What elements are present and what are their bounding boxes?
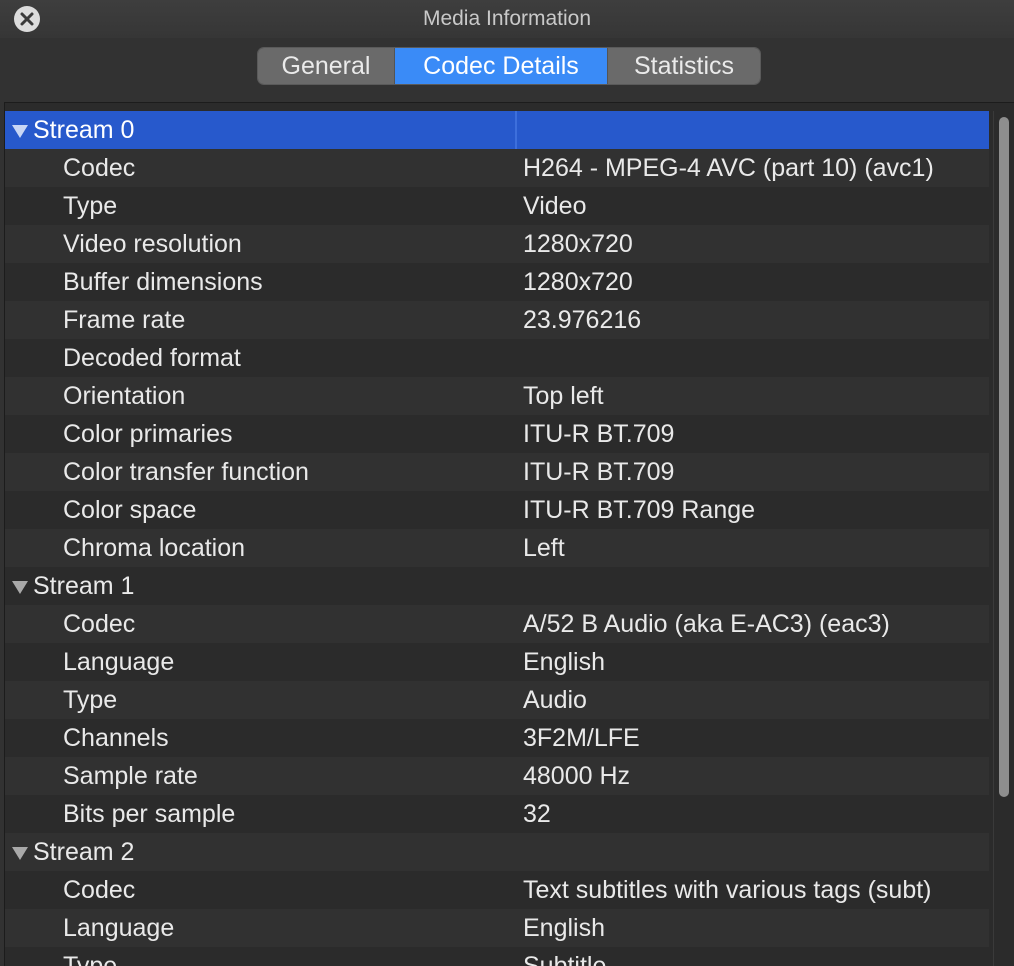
detail-label: Video resolution [63, 230, 242, 258]
stream-label: Stream 0 [33, 116, 135, 144]
detail-label: Type [63, 686, 118, 714]
detail-row[interactable]: Sample rate 48000 Hz [5, 757, 989, 795]
stream-label-cell: Stream 0 [5, 111, 515, 149]
detail-label: Bits per sample [63, 800, 236, 828]
detail-label: Frame rate [63, 306, 186, 334]
detail-value: 1280x720 [523, 268, 633, 296]
detail-label: Decoded format [63, 344, 241, 372]
stream-row[interactable]: Stream 1 [5, 567, 989, 605]
detail-value: ITU-R BT.709 [523, 458, 675, 486]
vertical-scrollbar[interactable] [993, 111, 1012, 966]
tab-general[interactable]: General [258, 48, 395, 84]
window-title: Media Information [422, 7, 592, 30]
close-icon[interactable] [14, 6, 40, 32]
title-bar[interactable]: Media Information [0, 0, 1014, 38]
detail-value: Subtitle [523, 952, 607, 966]
detail-label: Color transfer function [63, 458, 309, 486]
detail-value: H264 - MPEG-4 AVC (part 10) (avc1) [523, 154, 934, 182]
scrollbar-thumb[interactable] [999, 117, 1009, 797]
detail-row[interactable]: Channels 3F2M/LFE [5, 719, 989, 757]
stream-row[interactable]: Stream 2 [5, 833, 989, 871]
detail-value: Top left [523, 382, 604, 410]
detail-value [515, 339, 989, 377]
detail-row[interactable]: Codec Text subtitles with various tags (s… [5, 871, 989, 909]
detail-label: Buffer dimensions [63, 268, 263, 296]
stream-label: Stream 1 [33, 572, 135, 600]
detail-value: Text subtitles with various tags (subt) [523, 876, 932, 904]
detail-row[interactable]: Orientation Top left [5, 377, 989, 415]
detail-value: 48000 Hz [523, 762, 631, 790]
detail-value: Left [523, 534, 565, 562]
detail-row[interactable]: Type Subtitle [5, 947, 989, 966]
detail-label: Codec [63, 876, 136, 904]
disclosure-triangle-icon[interactable] [11, 123, 29, 139]
detail-label: Chroma location [63, 534, 246, 562]
detail-value: English [523, 648, 605, 676]
detail-row[interactable]: Bits per sample 32 [5, 795, 989, 833]
stream-label: Stream 2 [33, 838, 135, 866]
detail-value: Video [523, 192, 587, 220]
disclosure-triangle-icon[interactable] [11, 845, 29, 861]
detail-row[interactable]: Codec A/52 B Audio (aka E-AC3) (eac3) [5, 605, 989, 643]
detail-value: ITU-R BT.709 Range [523, 496, 756, 524]
detail-value: ITU-R BT.709 [523, 420, 675, 448]
detail-row[interactable]: Chroma location Left [5, 529, 989, 567]
tab-codec-details[interactable]: Codec Details [395, 48, 608, 84]
detail-value: 32 [523, 800, 551, 828]
detail-row[interactable]: Color primaries ITU-R BT.709 [5, 415, 989, 453]
detail-label: Language [63, 914, 175, 942]
detail-label: Language [63, 648, 175, 676]
detail-row[interactable]: Video resolution 1280x720 [5, 225, 989, 263]
stream-value-cell [515, 111, 989, 149]
stream-value-cell [515, 567, 989, 605]
detail-label: Channels [63, 724, 169, 752]
stream-row[interactable]: Stream 0 [5, 111, 989, 149]
detail-row[interactable]: Decoded format [5, 339, 989, 377]
detail-label: Codec [63, 610, 136, 638]
detail-label: Color primaries [63, 420, 233, 448]
stream-label-cell: Stream 1 [5, 567, 515, 605]
detail-label: Type [63, 192, 118, 220]
detail-row[interactable]: Color transfer function ITU-R BT.709 [5, 453, 989, 491]
detail-label: Codec [63, 154, 136, 182]
detail-value: 1280x720 [523, 230, 633, 258]
stream-label-cell: Stream 2 [5, 833, 515, 871]
disclosure-triangle-icon[interactable] [11, 579, 29, 595]
codec-details-list[interactable]: Stream 0 Codec H264 - MPEG-4 AVC (part 10)… [5, 111, 989, 966]
tab-statistics[interactable]: Statistics [608, 48, 760, 84]
detail-row[interactable]: Type Video [5, 187, 989, 225]
stream-value-cell [515, 833, 989, 871]
detail-row[interactable]: Buffer dimensions 1280x720 [5, 263, 989, 301]
detail-label: Sample rate [63, 762, 198, 790]
detail-label: Type [63, 952, 118, 966]
detail-value: English [523, 914, 605, 942]
detail-row[interactable]: Type Audio [5, 681, 989, 719]
media-information-window: Media Information General Codec Details … [0, 0, 1014, 966]
detail-value: A/52 B Audio (aka E-AC3) (eac3) [523, 610, 890, 638]
segmented-tabs: General Codec Details Statistics [258, 48, 760, 84]
detail-row[interactable]: Frame rate 23.976216 [5, 301, 989, 339]
detail-label: Orientation [63, 382, 186, 410]
detail-row[interactable]: Codec H264 - MPEG-4 AVC (part 10) (avc1) [5, 149, 989, 187]
codec-details-outline: Stream 0 Codec H264 - MPEG-4 AVC (part 10)… [4, 102, 1014, 966]
detail-row[interactable]: Language English [5, 643, 989, 681]
detail-value: Audio [523, 686, 587, 714]
detail-row[interactable]: Language English [5, 909, 989, 947]
detail-value: 23.976216 [523, 306, 642, 334]
detail-value: 3F2M/LFE [523, 724, 640, 752]
tab-bar: General Codec Details Statistics [0, 38, 1014, 100]
detail-label: Color space [63, 496, 197, 524]
detail-row[interactable]: Color space ITU-R BT.709 Range [5, 491, 989, 529]
